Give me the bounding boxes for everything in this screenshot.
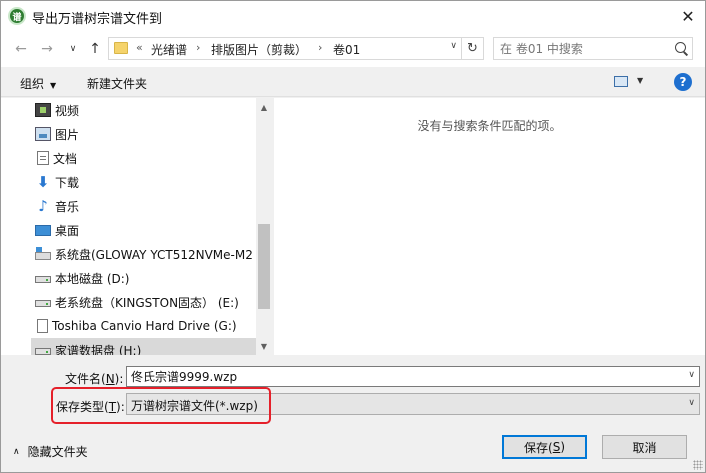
scroll-up-button[interactable]: ▲ <box>256 100 272 114</box>
breadcrumb-item[interactable]: 卷01 <box>333 41 360 58</box>
sidebar-item-label: Toshiba Canvio Hard Drive (G:) <box>52 319 237 333</box>
filename-label: 文件名(N): <box>65 372 124 386</box>
sidebar-item-label: 本地磁盘 (D:) <box>55 271 130 286</box>
chevron-up-icon: ∧ <box>13 446 20 457</box>
folder-icon <box>114 42 128 54</box>
sidebar-item-label: 老系统盘（KINGSTON固态） (E:) <box>55 295 239 310</box>
sidebar-item-label: 音乐 <box>55 199 80 214</box>
breadcrumb-separator[interactable]: › <box>196 41 200 54</box>
cancel-button[interactable]: 取消 <box>602 435 687 459</box>
sidebar-item-drive-g[interactable]: Toshiba Canvio Hard Drive (G:) <box>31 314 256 338</box>
breadcrumb-item[interactable]: 排版图片（剪裁） <box>211 41 307 58</box>
breadcrumb-overflow[interactable]: « <box>136 41 143 54</box>
picture-icon <box>35 127 51 141</box>
organize-menu[interactable]: 组织 ▼ <box>20 75 56 92</box>
drive-icon <box>35 300 51 307</box>
drive-icon <box>35 276 51 283</box>
address-dropdown-button[interactable]: ∨ <box>450 41 457 51</box>
sidebar-item-videos[interactable]: 视频 <box>31 98 256 122</box>
empty-results-message: 没有与搜索条件匹配的项。 <box>417 119 562 133</box>
desktop-icon <box>35 224 51 236</box>
sidebar-item-drive-e[interactable]: 老系统盘（KINGSTON固态） (E:) <box>31 290 256 314</box>
forward-button[interactable]: → <box>37 39 57 59</box>
search-input[interactable] <box>500 40 670 57</box>
sidebar-item-label: 系统盘(GLOWAY YCT512NVMe-M2 <box>55 247 253 262</box>
filetype-dropdown-button[interactable]: ∨ <box>688 398 695 408</box>
scrollbar-thumb[interactable] <box>258 224 270 309</box>
view-mode-icon[interactable] <box>614 76 628 87</box>
save-button[interactable]: 保存(S) <box>502 435 587 459</box>
hide-folders-label: 隐藏文件夹 <box>27 445 88 459</box>
filetype-label: 保存类型(T): <box>56 400 125 414</box>
sidebar-item-system-drive[interactable]: 系统盘(GLOWAY YCT512NVMe-M2 <box>31 242 256 266</box>
view-options-button[interactable]: ▼ <box>637 76 643 85</box>
command-bar: 组织 ▼ 新建文件夹 ▼ ? <box>1 67 705 97</box>
navigation-bar: ← → ∨ ↑ « 光绪谱 › 排版图片（剪裁） › 卷01 ∨ ↻ <box>1 31 705 67</box>
download-icon: ⬇ <box>36 173 50 191</box>
sidebar-item-label: 下载 <box>55 175 80 190</box>
video-icon <box>35 103 51 117</box>
recent-locations-button[interactable]: ∨ <box>63 39 83 59</box>
filename-dropdown-button[interactable]: ∨ <box>688 370 695 380</box>
sidebar-item-drive-h[interactable]: 家谱数据盘 (H:) <box>31 338 256 355</box>
sidebar-item-label: 家谱数据盘 (H:) <box>55 343 142 356</box>
up-button[interactable]: ↑ <box>85 39 105 59</box>
organize-label: 组织 <box>20 77 45 91</box>
resize-grip[interactable] <box>693 460 703 470</box>
breadcrumb-item[interactable]: 光绪谱 <box>151 41 187 58</box>
back-button[interactable]: ← <box>11 39 31 59</box>
help-icon[interactable]: ? <box>674 73 692 91</box>
scroll-down-button[interactable]: ▼ <box>256 339 272 353</box>
sidebar-item-downloads[interactable]: ⬇ 下载 <box>31 170 256 194</box>
hide-folders-toggle[interactable]: ∧ 隐藏文件夹 <box>13 443 88 460</box>
sidebar-item-label: 图片 <box>55 127 80 142</box>
search-box[interactable] <box>493 37 693 60</box>
filename-input[interactable] <box>131 369 671 384</box>
address-bar[interactable]: « 光绪谱 › 排版图片（剪裁） › 卷01 ∨ ↻ <box>108 37 484 60</box>
sidebar-item-drive-d[interactable]: 本地磁盘 (D:) <box>31 266 256 290</box>
sidebar-item-label: 桌面 <box>55 223 80 238</box>
dialog-title: 导出万谱树宗谱文件到 <box>32 12 163 27</box>
document-icon <box>37 151 49 165</box>
new-folder-button[interactable]: 新建文件夹 <box>87 75 147 92</box>
sidebar-item-pictures[interactable]: 图片 <box>31 122 256 146</box>
music-icon: ♪ <box>38 197 48 215</box>
system-drive-icon <box>35 247 51 260</box>
title-bar: 谱 导出万谱树宗谱文件到 ✕ <box>1 1 705 31</box>
sidebar-item-label: 视频 <box>55 103 80 118</box>
save-dialog: 谱 导出万谱树宗谱文件到 ✕ ← → ∨ ↑ « 光绪谱 › 排版图片（剪裁） … <box>0 0 706 473</box>
navigation-scrollbar[interactable]: ▲ ▼ <box>256 98 272 355</box>
sidebar-item-desktop[interactable]: 桌面 <box>31 218 256 242</box>
drive-icon <box>35 348 51 355</box>
app-icon: 谱 <box>8 7 26 25</box>
sidebar-item-music[interactable]: ♪ 音乐 <box>31 194 256 218</box>
sidebar-item-label: 文档 <box>53 151 78 166</box>
close-button[interactable]: ✕ <box>671 1 705 31</box>
file-list[interactable]: 没有与搜索条件匹配的项。 <box>274 98 705 355</box>
filetype-select[interactable]: 万谱树宗谱文件(*.wzp) ∨ <box>126 393 700 415</box>
sidebar-item-documents[interactable]: 文档 <box>31 146 256 170</box>
breadcrumb-separator[interactable]: › <box>318 41 322 54</box>
filename-combobox[interactable]: ∨ <box>126 366 700 387</box>
navigation-pane: 视频 图片 文档 ⬇ 下载 ♪ 音乐 桌面 系统盘(GLOWAY YCT512N… <box>1 98 272 355</box>
refresh-button[interactable]: ↻ <box>461 38 483 59</box>
filetype-value: 万谱树宗谱文件(*.wzp) <box>131 399 258 413</box>
chevron-down-icon: ▼ <box>50 81 57 90</box>
search-icon[interactable] <box>675 42 686 53</box>
external-drive-icon <box>37 319 48 333</box>
